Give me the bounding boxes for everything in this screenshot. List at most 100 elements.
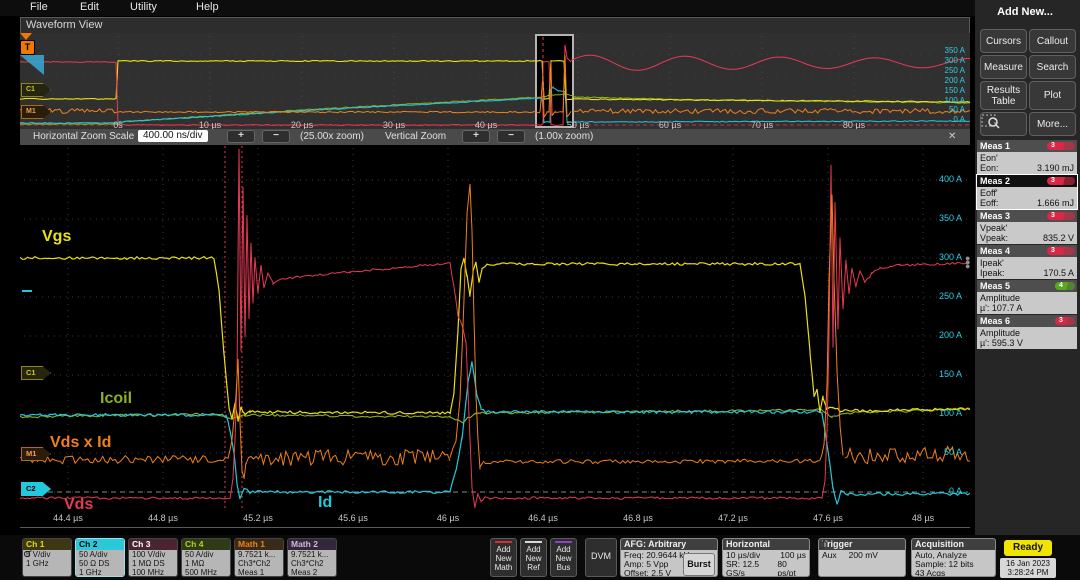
trace-ch2 — [20, 87, 970, 124]
add-button-label: AddNewBus — [551, 545, 576, 572]
trace-ch1 — [20, 61, 970, 103]
addnew-button-search[interactable]: Search — [1029, 55, 1076, 79]
meas-body: Amplitudeµ': 107.7 A — [977, 292, 1077, 314]
channel-setting-row: Ch3*Ch2 — [238, 559, 280, 568]
meas-body: Vpeak'Vpeak:835.2 V — [977, 222, 1077, 244]
acquisition-panel[interactable]: AcquisitionAuto, AnalyzeSample: 12 bits4… — [911, 538, 996, 577]
add-button-label: AddNewRef — [521, 545, 546, 572]
overview-time-label: 70 µs — [751, 120, 773, 129]
meas-source-badge: 3 — [1047, 212, 1075, 220]
overview-amp-label: 0 A — [931, 115, 965, 124]
meas-header: Meas 1 3 — [977, 140, 1077, 152]
channel-setting-row: 1 MΩ — [185, 559, 227, 568]
horizontal-panel[interactable]: Horizontal10 µs/div100 µsSR: 12.5 GS/s80… — [722, 538, 810, 577]
trace-label-vds: Vds — [64, 496, 93, 514]
trace-math — [450, 184, 483, 470]
trace-math — [246, 450, 450, 466]
afg-panel[interactable]: AFG: ArbitraryFreq: 20.9644 kHzAmp: 5 Vp… — [620, 538, 718, 577]
meas-panel-2[interactable]: Meas 23Eoff'Eoff:1.666 mJ — [977, 175, 1077, 209]
zoom-scale-bar: Horizontal Zoom Scale 400.00 ns/div + − … — [20, 129, 970, 145]
channel-setting-row: 1 MΩ DS — [132, 559, 174, 568]
channel-badge-header: Ch 3 — [129, 539, 177, 550]
addnew-button-cursors[interactable]: Cursors — [980, 29, 1027, 53]
main-time-label: 48 µs — [912, 513, 934, 523]
channel-settings-math2[interactable]: Math 29.7521 k...Ch3*Ch2Meas 2 — [287, 538, 337, 577]
channel-badge-body: 9.7521 k...Ch3*Ch2Meas 2 — [288, 550, 336, 577]
addnew-button-more-[interactable]: More... — [1029, 112, 1076, 136]
overview-amp-label: 300 A — [931, 56, 965, 65]
menu-item-utility[interactable]: Utility — [130, 1, 157, 13]
close-icon[interactable]: ✕ — [948, 131, 956, 142]
meas-line1: Vpeak' — [980, 223, 1074, 233]
menu-item-file[interactable]: File — [30, 1, 48, 13]
main-time-label: 46 µs — [437, 513, 459, 523]
meas-name: Meas 6 — [980, 316, 1010, 326]
color-bar — [525, 541, 542, 543]
addnew-button-measure[interactable]: Measure — [980, 55, 1027, 79]
channel-setting-row: Meas 1 — [238, 568, 280, 577]
add-new-ref-button[interactable]: AddNewRef — [520, 538, 547, 577]
meas-source-badge: 3 — [1047, 177, 1075, 185]
menu-item-help[interactable]: Help — [196, 1, 219, 13]
meas-panel-6[interactable]: Meas 63Amplitudeµ': 595.3 V — [977, 315, 1077, 349]
vzoom-factor: (1.00x zoom) — [535, 131, 593, 142]
burst-button[interactable]: Burst — [683, 553, 715, 576]
meas-panel-5[interactable]: Meas 54Amplitudeµ': 107.7 A — [977, 280, 1077, 314]
hzoom-minus-button[interactable]: − — [262, 130, 290, 143]
main-amp-label: 50 A — [928, 447, 962, 457]
meas-line2: Vpeak:835.2 V — [980, 233, 1074, 243]
hzoom-scale-field[interactable]: 400.00 ns/div — [138, 130, 208, 142]
channel-setting-row: 1 GHz — [79, 568, 121, 577]
main-amp-label: 300 A — [928, 252, 962, 262]
afg-header: AFG: Arbitrary — [621, 539, 717, 550]
add-new-math-button[interactable]: AddNewMath — [490, 538, 517, 577]
meas-header: Meas 54 — [977, 280, 1077, 292]
addnew-button-callout[interactable]: Callout — [1029, 29, 1076, 53]
meas-line1: Eon' — [980, 153, 1074, 163]
main-amp-label: 0 A — [928, 486, 962, 496]
addnew-button-plot[interactable]: Plot — [1029, 81, 1076, 110]
vzoom-plus-button[interactable]: + — [462, 130, 490, 143]
panel-splitter-handle[interactable]: ●●● — [965, 256, 970, 268]
meas-name: Meas 1 — [980, 141, 1010, 151]
channel-settings-ch2[interactable]: Ch 250 A/div50 Ω DS1 GHz — [75, 538, 125, 577]
main-waveforms — [20, 145, 970, 510]
meas-key: µ': 107.7 A — [980, 303, 1022, 313]
addnew-button-results-table[interactable]: Results Table — [980, 81, 1027, 110]
channel-badge-header: Math 1 — [235, 539, 283, 550]
date-text: 16 Jan 2023 — [1006, 559, 1050, 568]
overview-time-label: 60 µs — [659, 120, 681, 129]
settings-bar: Ch 15 V/div1 GHzCh 250 A/div50 Ω DS1 GHz… — [0, 535, 1080, 580]
trigger-panel[interactable]: TriggerAux200 mV — [818, 538, 906, 577]
meas-line2: µ': 595.3 V — [980, 338, 1074, 348]
trace-ch3 — [571, 55, 970, 70]
trace-label-icoil: Icoil — [100, 390, 132, 408]
acquisition-body: Auto, AnalyzeSample: 12 bits43 Acqs — [912, 550, 995, 577]
channel-badge-header: Ch 2 — [76, 539, 124, 550]
menu-item-edit[interactable]: Edit — [80, 1, 99, 13]
meas-source-badge: 3 — [1047, 142, 1075, 150]
channel-settings-ch4[interactable]: Ch 450 A/div1 MΩ500 MHz — [181, 538, 231, 577]
vzoom-minus-button[interactable]: − — [497, 130, 525, 143]
channel-badge-header: Ch 1 — [23, 539, 71, 550]
meas-line2: Eon:3.190 mJ — [980, 163, 1074, 173]
channel-settings-math1[interactable]: Math 19.7521 k...Ch3*Ch2Meas 1 — [234, 538, 284, 577]
meas-line2: Eoff:1.666 mJ — [980, 198, 1074, 208]
channel-setting-row: 50 A/div — [79, 550, 121, 559]
dvm-button[interactable]: DVM — [585, 538, 617, 577]
meas-panel-1[interactable]: Meas 1 3 Eon'Eon:3.190 mJ — [977, 140, 1077, 174]
main-waveform-view[interactable]: 44.4 µs44.8 µs45.2 µs45.6 µs46 µs46.4 µs… — [20, 145, 970, 527]
add-new-bus-button[interactable]: AddNewBus — [550, 538, 577, 577]
channel-settings-ch3[interactable]: Ch 3100 V/div1 MΩ DS100 MHz — [128, 538, 178, 577]
channel-setting-row: Ch3*Ch2 — [291, 559, 333, 568]
channel-settings-ch1[interactable]: Ch 15 V/div1 GHz — [22, 538, 72, 577]
meas-panel-4[interactable]: Meas 43Ipeak'Ipeak:170.5 A — [977, 245, 1077, 279]
hzoom-plus-button[interactable]: + — [227, 130, 255, 143]
addnew-button-zoom[interactable] — [980, 112, 1027, 136]
meas-panel-3[interactable]: Meas 33Vpeak'Vpeak:835.2 V — [977, 210, 1077, 244]
zoom-inspect-icon — [981, 113, 1001, 129]
overview-strip[interactable]: 0s10 µs20 µs30 µs40 µs50 µs60 µs70 µs80 … — [20, 33, 970, 129]
main-time-label: 44.4 µs — [53, 513, 83, 523]
horizontal-body: 10 µs/div100 µsSR: 12.5 GS/s80 ps/ptRL: … — [723, 550, 809, 577]
channel-setting-row: 5 V/div — [26, 550, 68, 559]
